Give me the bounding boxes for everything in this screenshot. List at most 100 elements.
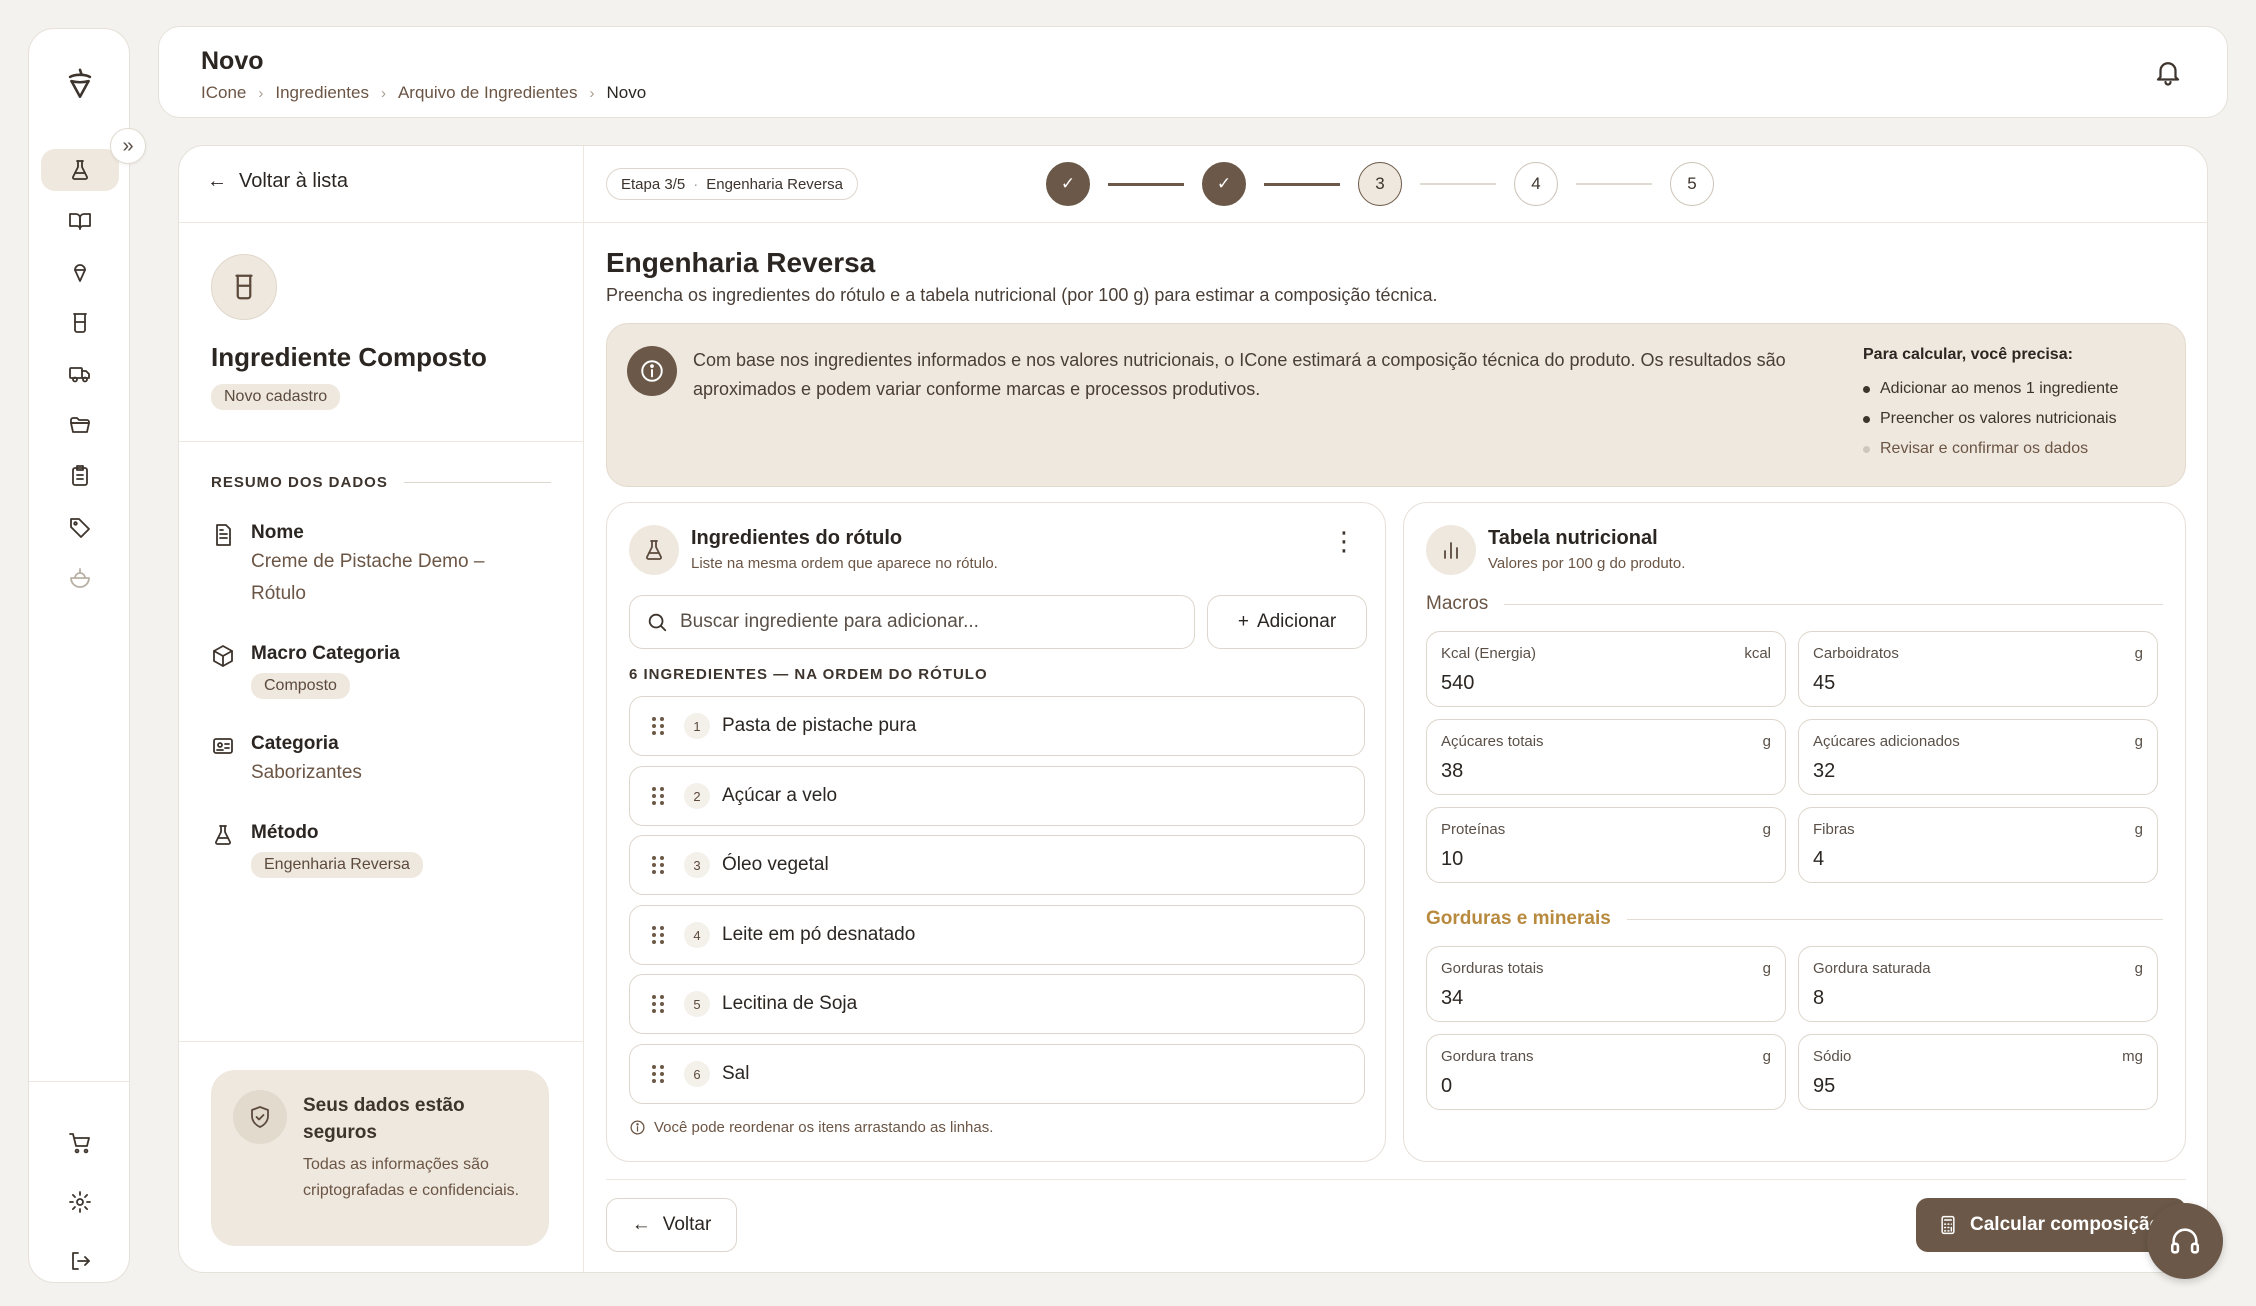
icecream-logo-icon[interactable] <box>63 67 97 101</box>
calculate-composition-button[interactable]: Calcular composição <box>1916 1198 2186 1252</box>
id-card-icon <box>213 738 233 754</box>
sodium-field[interactable]: Sódio mg 95 <box>1798 1034 2158 1110</box>
rail-cart-icon[interactable] <box>41 1122 119 1164</box>
reorder-hint: Você pode reordenar os itens arrastando … <box>629 1119 993 1136</box>
total-fat-field[interactable]: Gorduras totais g 34 <box>1426 946 1786 1022</box>
document-icon <box>216 524 231 546</box>
stepper: ✓ ✓ 3 4 5 <box>1046 162 1714 206</box>
shield-check-icon <box>233 1090 287 1144</box>
rail-truck-icon[interactable] <box>41 353 119 395</box>
fibers-field[interactable]: Fibras g 4 <box>1798 807 2158 883</box>
search-field <box>629 595 1195 649</box>
drag-handle-icon[interactable] <box>652 926 670 944</box>
summary-category: Categoria Saborizantes <box>211 733 551 789</box>
drag-handle-icon[interactable] <box>652 1065 670 1083</box>
breadcrumb-item-arquivo[interactable]: Arquivo de Ingredientes <box>398 83 578 103</box>
ingredient-row[interactable]: 1 Pasta de pistache pura <box>629 696 1365 756</box>
requirement-item: Revisar e confirmar os dados <box>1863 434 2118 464</box>
drag-handle-icon[interactable] <box>652 787 670 805</box>
ingredient-row[interactable]: 2 Açúcar a velo <box>629 766 1365 826</box>
chevron-right-icon: › <box>380 84 386 102</box>
info-icon <box>630 1120 645 1135</box>
more-options-icon[interactable]: ⋮ <box>1331 528 1357 554</box>
saturated-fat-field[interactable]: Gordura saturada g 8 <box>1798 946 2158 1022</box>
search-input[interactable] <box>680 611 1160 633</box>
step-3[interactable]: 3 <box>1358 162 1402 206</box>
drag-handle-icon[interactable] <box>652 856 670 874</box>
status-badge: Novo cadastro <box>211 384 341 410</box>
proteins-field[interactable]: Proteínas g 10 <box>1426 807 1786 883</box>
kcal-field[interactable]: Kcal (Energia) kcal 540 <box>1426 631 1786 707</box>
step-2-check-icon[interactable]: ✓ <box>1202 162 1246 206</box>
nutrition-title: Tabela nutricional <box>1488 527 1658 549</box>
added-sugars-field[interactable]: Açúcares adicionados g 32 <box>1798 719 2158 795</box>
add-ingredient-button[interactable]: + Adicionar <box>1207 595 1367 649</box>
expand-sidebar-button[interactable]: » <box>110 128 146 164</box>
ingredient-summary-pane: ← Voltar à lista Ingrediente Composto No… <box>179 146 584 1272</box>
trans-fat-field[interactable]: Gordura trans g 0 <box>1426 1034 1786 1110</box>
fats-minerals-heading: Gorduras e minerais <box>1426 908 2163 930</box>
ingredients-title: Ingredientes do rótulo <box>691 527 903 549</box>
ingredients-count: 6 INGREDIENTES — NA ORDEM DO RÓTULO <box>629 666 988 683</box>
arrow-left-icon: ← <box>631 1214 651 1235</box>
summary-heading: RESUMO DOS DADOS <box>211 474 551 491</box>
requirement-item: Adicionar ao menos 1 ingrediente <box>1863 374 2118 404</box>
rail-tag-icon[interactable] <box>41 506 119 548</box>
chevron-right-icon: › <box>589 84 595 102</box>
summary-method: Método Engenharia Reversa <box>211 822 551 878</box>
rail-clipboard-icon[interactable] <box>41 455 119 497</box>
info-icon <box>627 346 677 396</box>
rail-jar-icon[interactable] <box>41 302 119 344</box>
jar-icon <box>211 254 277 320</box>
search-icon <box>648 613 667 632</box>
stage-badge: Etapa 3/5 · Engenharia Reversa <box>606 168 858 200</box>
section-title: Engenharia Reversa <box>606 247 876 278</box>
requirement-item: Preencher os valores nutricionais <box>1863 404 2118 434</box>
top-header: Novo ICone › Ingredientes › Arquivo de I… <box>158 26 2228 118</box>
rail-bowl-icon[interactable] <box>41 557 119 599</box>
drag-handle-icon[interactable] <box>652 717 670 735</box>
support-headset-icon[interactable] <box>2147 1203 2223 1279</box>
step-5[interactable]: 5 <box>1670 162 1714 206</box>
rail-gear-icon[interactable] <box>41 1181 119 1223</box>
info-box: Com base nos ingredientes informados e n… <box>606 323 2186 487</box>
arrow-left-icon: ← <box>207 170 227 192</box>
flask-icon <box>629 525 679 575</box>
page-title: Novo <box>201 47 264 75</box>
breadcrumb-item-ingredientes[interactable]: Ingredientes <box>275 83 369 103</box>
security-notice: Seus dados estão seguros Todas as inform… <box>211 1070 549 1246</box>
divider <box>179 1041 583 1042</box>
summary-name: Nome Creme de Pistache Demo – Rótulo <box>211 522 551 610</box>
rail-book-icon[interactable] <box>41 200 119 242</box>
rail-ingredients-icon[interactable] <box>41 149 119 191</box>
total-sugars-field[interactable]: Açúcares totais g 38 <box>1426 719 1786 795</box>
plus-icon: + <box>1237 611 1249 632</box>
divider <box>179 222 583 223</box>
ingredient-row[interactable]: 5 Lecitina de Soja <box>629 974 1365 1034</box>
ingredient-row[interactable]: 3 Óleo vegetal <box>629 835 1365 895</box>
summary-macro-category: Macro Categoria Composto <box>211 643 551 699</box>
ingredient-row[interactable]: 4 Leite em pó desnatado <box>629 905 1365 965</box>
rail-logout-icon[interactable] <box>41 1240 119 1282</box>
info-text: Com base nos ingredientes informados e n… <box>693 350 1786 399</box>
step-1-check-icon[interactable]: ✓ <box>1046 162 1090 206</box>
drag-handle-icon[interactable] <box>652 995 670 1013</box>
nutrition-panel: Tabela nutricional Valores por 100 g do … <box>1403 502 2186 1162</box>
stepper-bar: Etapa 3/5 · Engenharia Reversa ✓ ✓ 3 4 5 <box>584 146 2207 223</box>
divider <box>606 1179 2186 1180</box>
macros-heading: Macros <box>1426 593 2163 615</box>
back-to-list-link[interactable]: ← Voltar à lista <box>207 170 348 193</box>
ingredient-type-title: Ingrediente Composto <box>211 342 487 372</box>
rail-folder-icon[interactable] <box>41 404 119 446</box>
back-button[interactable]: ← Voltar <box>606 1198 737 1252</box>
rail-icecream-icon[interactable] <box>41 251 119 293</box>
bell-icon[interactable] <box>2153 57 2183 87</box>
package-icon <box>213 645 233 667</box>
flask-icon <box>215 825 231 845</box>
breadcrumb-item-icone[interactable]: ICone <box>201 83 246 103</box>
bar-chart-icon <box>1426 525 1476 575</box>
carbs-field[interactable]: Carboidratos g 45 <box>1798 631 2158 707</box>
step-4[interactable]: 4 <box>1514 162 1558 206</box>
ingredients-panel: Ingredientes do rótulo Liste na mesma or… <box>606 502 1386 1162</box>
ingredient-row[interactable]: 6 Sal <box>629 1044 1365 1104</box>
